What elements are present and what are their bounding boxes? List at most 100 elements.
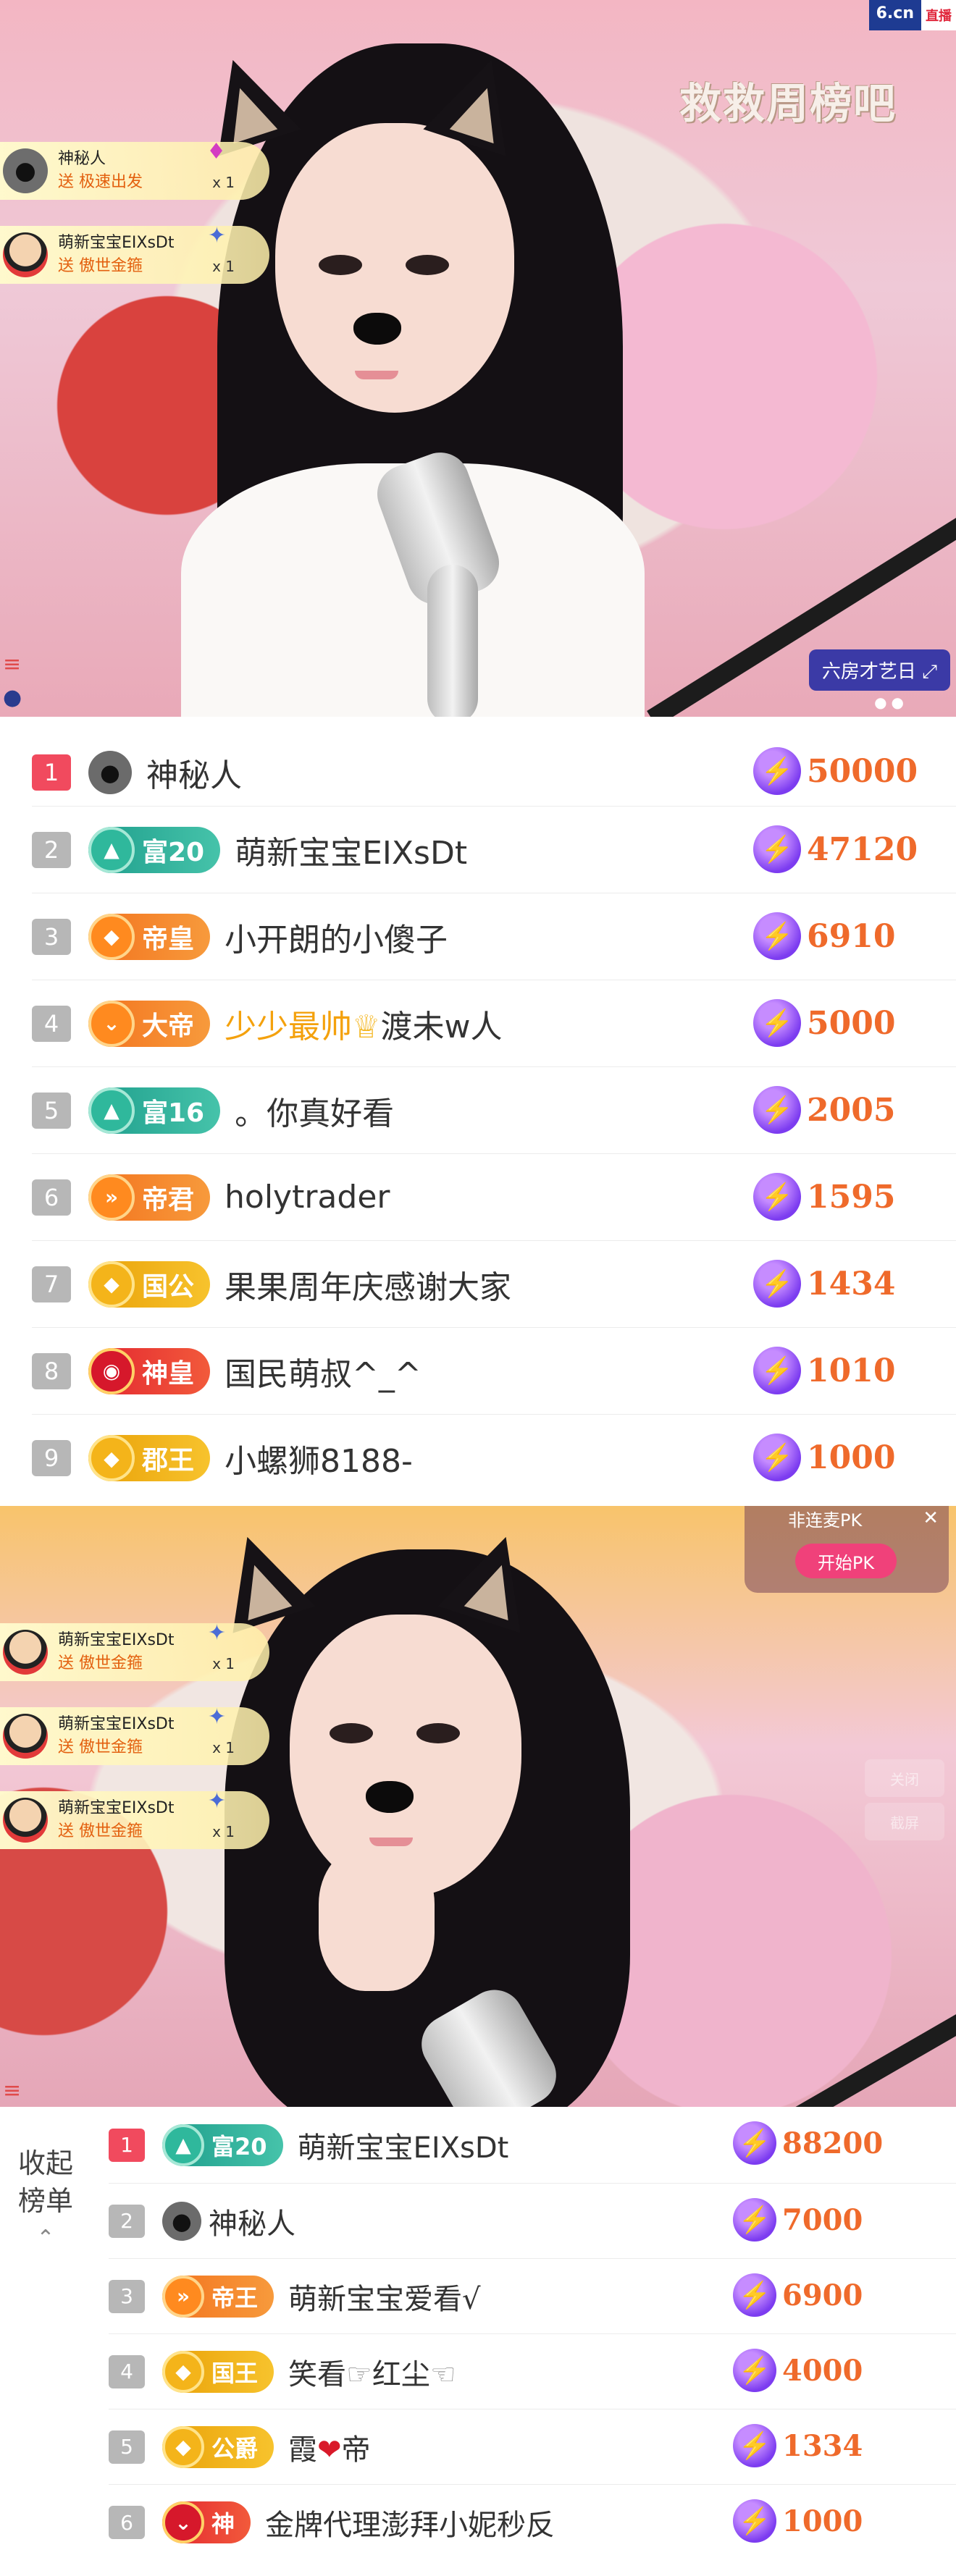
noble-badge: ◆ 国王: [162, 2350, 274, 2393]
cat-nose-filter: [366, 1781, 414, 1813]
score: ⚡ 6900: [733, 2273, 863, 2317]
lightning-icon: ⚡: [733, 2273, 776, 2317]
gift-notice: 萌新宝宝EIXsDt 送 傲世金箍 ✦ x 1: [0, 1704, 269, 1765]
lightning-icon: ⚡: [753, 1086, 801, 1134]
close-icon[interactable]: ✕: [923, 1507, 939, 1529]
streamer-hand: [319, 1846, 435, 1991]
live-stream-video-1[interactable]: 6.cn 直播 救救周榜吧 ● 神秘人 送 极速出发 ♦ x 1 萌新宝宝EIX…: [0, 0, 956, 717]
noble-badge: ◆ 国公: [88, 1260, 211, 1308]
double-chevron-icon: »: [162, 2275, 204, 2318]
lightning-icon: ⚡: [733, 2424, 776, 2467]
eye-right: [416, 1723, 460, 1743]
score: ⚡ 1000: [733, 2499, 863, 2543]
start-pk-button[interactable]: 开始PK: [795, 1544, 897, 1578]
room-badge[interactable]: 六房才艺日 ⤢: [808, 649, 950, 691]
car-gift-icon: ♦: [206, 139, 226, 164]
gem-icon: ◉: [88, 1347, 135, 1394]
golden-staff-gift-icon: ✦: [207, 1704, 226, 1730]
user-avatar: [3, 1798, 48, 1843]
golden-staff-gift-icon: ✦: [207, 223, 226, 248]
triangle-icon: ▲: [162, 2123, 204, 2166]
diamond-icon: ◆: [162, 2425, 204, 2468]
golden-staff-gift-icon: ✦: [207, 1788, 226, 1814]
golden-staff-gift-icon: ✦: [207, 1620, 226, 1646]
eye-left: [319, 255, 362, 275]
score: ⚡ 2005: [753, 1086, 895, 1134]
lightning-icon: ⚡: [753, 1434, 801, 1481]
lightning-icon: ⚡: [753, 999, 801, 1047]
triangle-icon: ▲: [88, 826, 135, 873]
lightning-icon: ⚡: [753, 912, 801, 960]
crown-icon: ♕: [352, 1008, 381, 1045]
user-avatar: [3, 1630, 48, 1675]
score: ⚡ 47120: [753, 825, 918, 873]
diamond-icon: ◆: [88, 1260, 135, 1308]
diamond-icon: ◆: [88, 1435, 135, 1481]
lightning-icon: ⚡: [753, 825, 801, 873]
lightning-icon: ⚡: [753, 1173, 801, 1221]
lightning-icon: ⚡: [753, 747, 801, 795]
wealth-level-badge: ▲ 富20: [162, 2123, 283, 2166]
lightning-icon: ⚡: [733, 2121, 776, 2165]
score: ⚡ 1010: [753, 1347, 895, 1394]
score: ⚡ 4000: [733, 2349, 863, 2392]
chevron-down-icon: ⌄: [162, 2501, 204, 2543]
score: ⚡ 50000: [753, 747, 918, 795]
gift-notice: ● 神秘人 送 极速出发 ♦ x 1: [0, 139, 269, 200]
noble-badge: ◉ 神皇: [88, 1347, 211, 1394]
score: ⚡ 1434: [753, 1260, 895, 1308]
expand-icon: ⤢: [922, 661, 937, 683]
score: ⚡ 7000: [733, 2198, 863, 2242]
microphone-icon[interactable]: ●: [3, 685, 22, 710]
live-stream-video-2[interactable]: 非连麦PK ✕ 开始PK 关闭 截屏 萌新宝宝EIXsDt 送 傲世金箍 ✦ x…: [0, 1506, 956, 2107]
chevron-down-icon: ⌄: [88, 1000, 135, 1047]
menu-icon[interactable]: ≡: [3, 2078, 21, 2103]
pager-dots: ●●: [874, 694, 908, 711]
lightning-icon: ⚡: [733, 2349, 776, 2392]
mystery-user-icon: ●: [88, 750, 132, 794]
faint-control-2[interactable]: 截屏: [865, 1803, 944, 1840]
score: ⚡ 5000: [753, 999, 895, 1047]
gift-notice: 萌新宝宝EIXsDt 送 傲世金箍 ✦ x 1: [0, 1620, 269, 1681]
cat-nose-filter: [353, 313, 401, 345]
wealth-level-badge: ▲ 富20: [88, 826, 221, 873]
gift-notice: 萌新宝宝EIXsDt 送 傲世金箍 ✦ x 1: [0, 223, 269, 284]
noble-badge: ◆ 帝皇: [88, 913, 211, 960]
promo-overlay-text: 救救周榜吧: [679, 79, 897, 128]
leaderboard-weekly: 1 ● 神秘人 2 ▲ 富20 萌新宝宝EIXsDt 3 ◆ 帝皇 小开朗的小傻…: [0, 717, 956, 1506]
faint-control-1[interactable]: 关闭: [865, 1759, 944, 1797]
eye-left: [330, 1723, 373, 1743]
lightning-icon: ⚡: [733, 2198, 776, 2242]
score: ⚡ 1595: [753, 1173, 895, 1221]
triangle-icon: ▲: [88, 1087, 135, 1134]
noble-badge: ⌄ 大帝: [88, 1000, 211, 1047]
user-avatar: [3, 232, 48, 277]
lightning-icon: ⚡: [753, 1347, 801, 1394]
double-chevron-icon: »: [88, 1174, 135, 1221]
pointing-hand-icon: ☞: [346, 2357, 372, 2391]
score: ⚡ 1334: [733, 2424, 863, 2467]
pk-panel: 非连麦PK ✕ 开始PK: [745, 1506, 949, 1593]
heart-icon: ❤: [317, 2433, 342, 2467]
site-logo[interactable]: 6.cn 直播: [868, 0, 956, 30]
mystery-user-icon: ●: [162, 2201, 201, 2241]
streamer-face: [275, 123, 514, 413]
menu-icon[interactable]: ≡: [3, 652, 21, 677]
eye-right: [406, 255, 449, 275]
lightning-icon: ⚡: [753, 1260, 801, 1308]
mic-arm: [755, 2013, 956, 2107]
user-avatar: [3, 1714, 48, 1759]
diamond-icon: ◆: [162, 2350, 204, 2393]
noble-badge: » 帝王: [162, 2275, 274, 2318]
leaderboard-daily: 1 ▲ 富20 萌新宝宝EIXsDt 2 ● 神秘人 3 » 帝王 萌新宝宝爱看…: [0, 2107, 956, 2570]
wealth-level-badge: ▲ 富16: [88, 1087, 221, 1134]
noble-badge: » 帝君: [88, 1174, 211, 1221]
mystery-user-icon: ●: [3, 148, 48, 193]
gift-notice: 萌新宝宝EIXsDt 送 傲世金箍 ✦ x 1: [0, 1788, 269, 1849]
noble-badge: ⌄ 神: [162, 2501, 251, 2543]
score: ⚡ 6910: [753, 912, 895, 960]
diamond-icon: ◆: [88, 913, 135, 960]
pointing-hand-icon: ☜: [429, 2357, 456, 2391]
noble-badge: ◆ 郡王: [88, 1435, 211, 1481]
score: ⚡ 88200: [733, 2121, 883, 2165]
